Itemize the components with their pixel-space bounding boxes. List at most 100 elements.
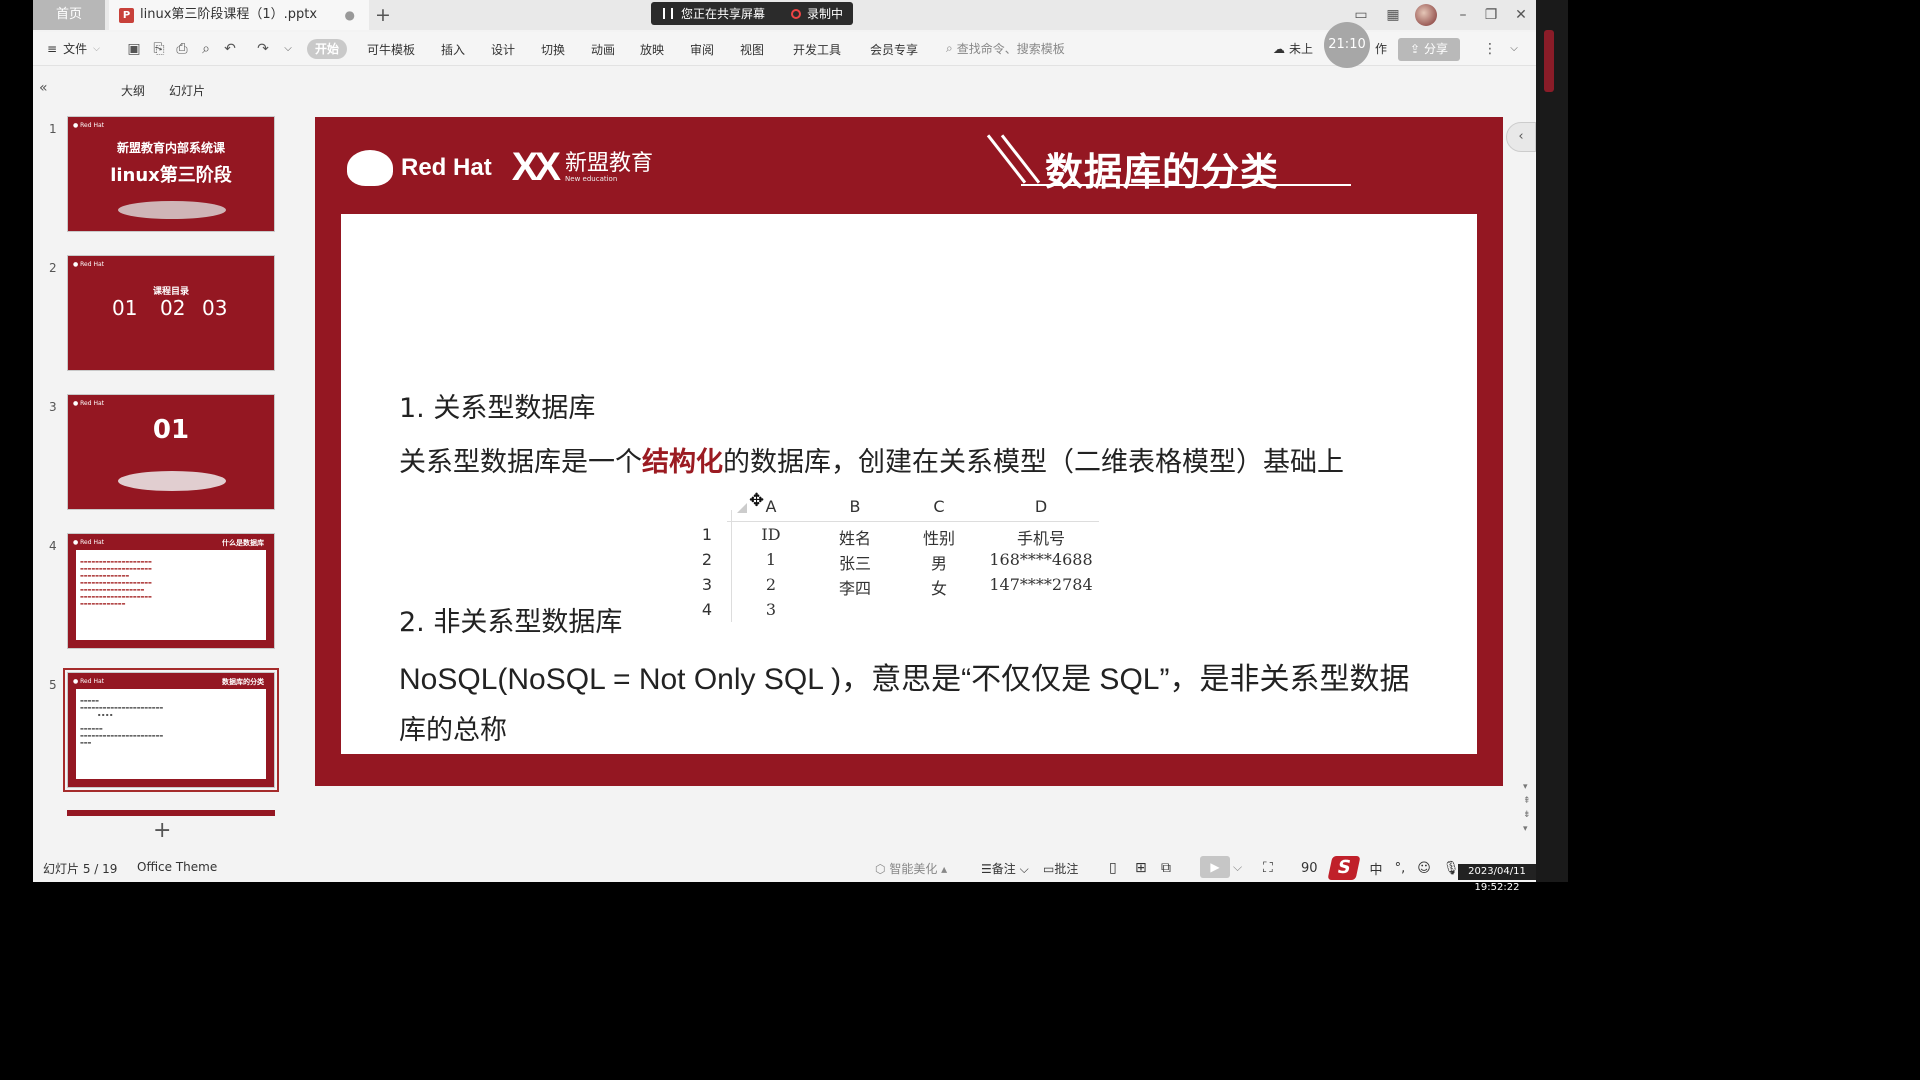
slide-thumbnail-2[interactable]: ● Red Hat 课程目录 01 02 03 <box>67 255 275 371</box>
screen-share-banner[interactable]: 您正在共享屏幕 录制中 <box>651 2 853 25</box>
theme-name[interactable]: Office Theme <box>137 860 217 874</box>
table-cell: 李四 <box>838 579 871 598</box>
column-letter: C <box>933 497 945 516</box>
normal-view-icon[interactable]: ▯ <box>1109 860 1117 876</box>
slide-thumbnail-1[interactable]: ● Red Hat 新盟教育内部系统课 linux第三阶段 <box>67 116 275 232</box>
comments-label: 批注 <box>1054 862 1079 876</box>
tab-review[interactable]: 审阅 <box>690 40 714 60</box>
scroll-arrows[interactable]: ▾ ⇞ ⇟ ▾ <box>1523 780 1531 836</box>
fit-window-icon[interactable]: ⛶ <box>1263 860 1273 876</box>
thumb-text-lines: ▬▬▬▬▬▬▬▬▬▬▬▬▬▬▬▬▬▬▬ ▬▬▬▬▬▬▬▬▬▬▬▬▬▬▬▬▬▬▬ ▬▬… <box>80 559 152 606</box>
notes-icon: ☰ <box>981 862 992 876</box>
command-search[interactable]: ⌕ 查找命令、搜索模板 <box>946 40 1065 57</box>
thumb-decoration <box>118 201 226 219</box>
emoji-icon[interactable]: ☺ <box>1417 861 1431 876</box>
table-cell: 1 <box>765 550 777 569</box>
thumb-logo: ● Red Hat <box>73 678 104 685</box>
slide-counter: 幻灯片 5 / 19 <box>43 862 118 876</box>
cloud-icon: ☁ <box>1273 41 1285 56</box>
save-icon[interactable]: ▣ <box>125 40 143 58</box>
edge-handle[interactable] <box>1544 30 1554 92</box>
tab-home[interactable]: 首页 <box>33 0 105 30</box>
ppt-file-icon: P <box>119 7 134 23</box>
hamburger-icon: ≡ <box>47 41 58 56</box>
tab-slides[interactable]: 幻灯片 <box>169 82 205 99</box>
tab-design[interactable]: 设计 <box>491 40 515 60</box>
tab-view[interactable]: 视图 <box>740 40 764 60</box>
slide-thumbnail-5[interactable]: ● Red Hat 数据库的分类 ▬▬▬▬▬ ▬▬▬▬▬▬▬▬▬▬▬▬▬▬▬▬▬▬… <box>63 668 279 792</box>
table-cell: 张三 <box>838 554 871 573</box>
tab-developer[interactable]: 开发工具 <box>793 40 841 60</box>
close-icon[interactable]: ✕ <box>1507 0 1535 30</box>
smart-beautify-button[interactable]: ⬡ 智能美化 ▴ <box>875 860 947 877</box>
tab-slideshow[interactable]: 放映 <box>640 40 664 60</box>
ime-indicator[interactable]: 中 <box>1370 859 1383 878</box>
notes-button[interactable]: ☰备注 ⌵ <box>981 860 1029 877</box>
collapse-panel-icon[interactable]: « <box>39 80 48 96</box>
new-tab-button[interactable]: + <box>371 0 395 30</box>
row-number: 4 <box>701 600 713 619</box>
redo-icon[interactable]: ↷ <box>254 40 272 58</box>
slide-thumbnail-6-partial[interactable] <box>67 810 275 816</box>
more-options-icon[interactable]: ⋮ <box>1481 40 1499 58</box>
tab-outline[interactable]: 大纲 <box>121 82 145 99</box>
slide-thumbnail-4[interactable]: ● Red Hat 什么是数据库 ▬▬▬▬▬▬▬▬▬▬▬▬▬▬▬▬▬▬▬ ▬▬▬▬… <box>67 533 275 649</box>
play-options-icon[interactable]: ⌵ <box>1233 860 1242 875</box>
restore-icon[interactable]: ❐ <box>1477 0 1505 30</box>
slide-content-area: 1. 关系型数据库 关系型数据库是一个结构化的数据库，创建在关系模型（二维表格模… <box>341 214 1477 754</box>
add-slide-button[interactable]: + <box>153 818 171 843</box>
table-cell: 女 <box>930 579 947 598</box>
wps-logo-icon[interactable]: S <box>1326 856 1361 880</box>
file-menu[interactable]: ≡ 文件 ⌵ <box>47 40 100 57</box>
slide-thumbnail-3[interactable]: ● Red Hat 01 <box>67 394 275 510</box>
tab-transition[interactable]: 切换 <box>541 40 565 60</box>
thumb-title: 新盟教育内部系统课 <box>116 141 225 155</box>
apps-grid-icon[interactable]: ▦ <box>1379 0 1407 30</box>
row-number: 1 <box>701 525 713 544</box>
tab-start[interactable]: 开始 <box>307 39 348 59</box>
undo-icon[interactable]: ↶ <box>221 40 239 58</box>
thumb-title: 01 <box>152 415 190 445</box>
export-icon[interactable]: ⎘ <box>150 40 168 58</box>
title-bar: 首页 P linux第三阶段课程（1）.pptx ● + 您正在共享屏幕 录制中… <box>33 0 1536 30</box>
column-letter: D <box>1034 497 1048 516</box>
side-panel-toggle-icon[interactable]: ‹ <box>1506 122 1536 152</box>
tab-document[interactable]: P linux第三阶段课程（1）.pptx ● <box>109 0 369 30</box>
thumb-item: 01 <box>112 296 138 320</box>
search-icon: ⌕ <box>946 41 953 55</box>
redhat-logo-text: Red Hat <box>401 153 492 181</box>
reading-view-icon[interactable]: ⧉ <box>1161 860 1171 876</box>
thumb-heading: 什么是数据库 <box>222 539 264 547</box>
play-slideshow-icon[interactable]: ▶ <box>1200 856 1230 878</box>
thumb-item: 03 <box>202 296 228 320</box>
zoom-level[interactable]: 90 <box>1301 861 1318 876</box>
thumb-number: 5 <box>49 678 57 692</box>
comments-button[interactable]: ▭批注 <box>1043 860 1078 877</box>
tab-templates[interactable]: 可牛模板 <box>367 40 415 60</box>
print-icon[interactable]: ⎙ <box>173 40 191 58</box>
minimize-icon[interactable]: – <box>1449 0 1477 30</box>
user-avatar[interactable] <box>1415 4 1437 26</box>
table-cell: 性别 <box>922 529 955 548</box>
unsaved-indicator: ● <box>344 8 355 22</box>
slide-canvas[interactable]: Red Hat XX 新盟教育 New education 数据库的分类 1. … <box>315 117 1503 786</box>
nosql-description: NoSQL(NoSQL = Not Only SQL )，意思是“不仅仅是 SQ… <box>399 663 1410 696</box>
tab-animation[interactable]: 动画 <box>591 40 615 60</box>
sorter-view-icon[interactable]: ⊞ <box>1135 860 1147 876</box>
punctuation-icon[interactable]: °, <box>1395 861 1406 876</box>
beautify-icon: ⬡ <box>875 862 886 876</box>
tab-member[interactable]: 会员专享 <box>870 40 918 60</box>
table-cell: 男 <box>930 554 947 573</box>
redhat-logo-icon <box>347 149 393 186</box>
collapse-ribbon-icon[interactable]: ⌵ <box>1505 40 1523 58</box>
share-button[interactable]: ⇪ 分享 <box>1398 38 1460 61</box>
tab-insert[interactable]: 插入 <box>441 40 465 60</box>
customize-toolbar-icon[interactable]: ⌵ <box>279 40 297 58</box>
cowork-label[interactable]: 作 <box>1375 40 1387 57</box>
cloud-status-text: 未上 <box>1289 42 1314 56</box>
thumb-logo: ● Red Hat <box>73 400 104 407</box>
print-preview-icon[interactable]: ⌕ <box>197 40 215 58</box>
microphone-icon[interactable]: 🎙 <box>1443 861 1460 876</box>
cloud-sync-status[interactable]: ☁ 未上 <box>1273 40 1313 57</box>
slide-logo-group: Red Hat XX 新盟教育 New education <box>347 145 653 190</box>
